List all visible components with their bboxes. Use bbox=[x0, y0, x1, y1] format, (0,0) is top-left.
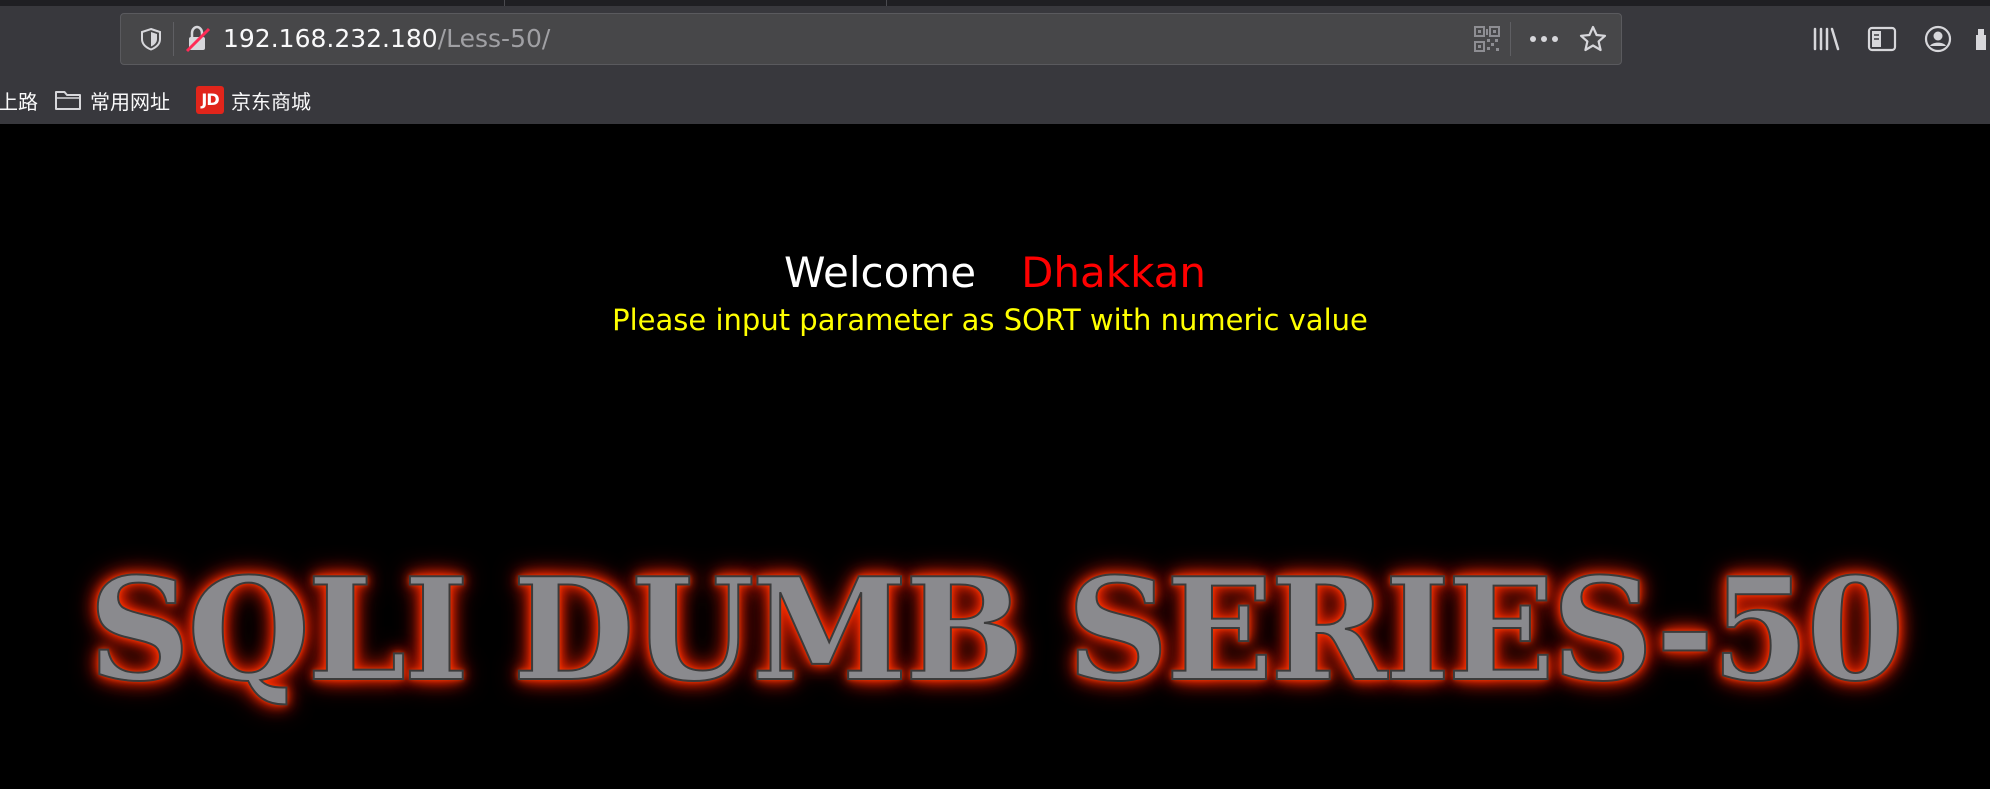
address-bar[interactable]: 192.168.232.180/Less-50/ bbox=[120, 13, 1622, 65]
address-bar-separator bbox=[1510, 22, 1511, 56]
user-name: Dhakkan bbox=[1021, 248, 1207, 297]
page-actions-more-icon[interactable] bbox=[1521, 14, 1567, 64]
tracking-protection-shield-icon[interactable] bbox=[131, 14, 171, 64]
bookmarks-toolbar: 上路 常用网址 JD 京东商城 bbox=[0, 80, 1990, 120]
bookmark-item[interactable]: JD 京东商城 bbox=[196, 80, 311, 120]
library-icon[interactable] bbox=[1804, 13, 1848, 65]
bookmark-label: 常用网址 bbox=[90, 89, 170, 114]
folder-icon bbox=[54, 88, 82, 112]
extension-icon[interactable] bbox=[1972, 13, 1990, 65]
jd-logo-icon: JD bbox=[196, 86, 224, 114]
tab-divider bbox=[886, 0, 887, 6]
bookmark-star-icon[interactable] bbox=[1571, 14, 1615, 64]
address-bar-separator bbox=[173, 22, 174, 56]
url-text[interactable]: 192.168.232.180/Less-50/ bbox=[223, 14, 550, 64]
bookmark-folder[interactable]: 常用网址 bbox=[54, 80, 170, 120]
bookmark-label: 京东商城 bbox=[231, 89, 311, 114]
bookmark-label: 上路 bbox=[0, 89, 38, 114]
tab-divider bbox=[504, 0, 505, 6]
bookmark-item[interactable]: 上路 bbox=[0, 80, 38, 120]
sidebar-toggle-icon[interactable] bbox=[1860, 13, 1904, 65]
qr-code-icon[interactable] bbox=[1467, 14, 1507, 64]
url-path: /Less-50/ bbox=[437, 24, 551, 53]
account-icon[interactable] bbox=[1916, 13, 1960, 65]
welcome-text: Welcome bbox=[783, 248, 977, 297]
welcome-line: Welcome Dhakkan bbox=[0, 248, 1990, 297]
insecure-connection-icon[interactable] bbox=[179, 14, 217, 64]
tab-strip bbox=[0, 0, 1990, 6]
url-host: 192.168.232.180 bbox=[223, 24, 438, 53]
instruction-text: Please input parameter as SORT with nume… bbox=[612, 303, 1368, 337]
banner-title-image: SQLI DUMB SERIES-50 bbox=[87, 548, 1905, 713]
browser-chrome: 192.168.232.180/Less-50/ 上路 常用网址 JD 京东商城 bbox=[0, 0, 1990, 124]
